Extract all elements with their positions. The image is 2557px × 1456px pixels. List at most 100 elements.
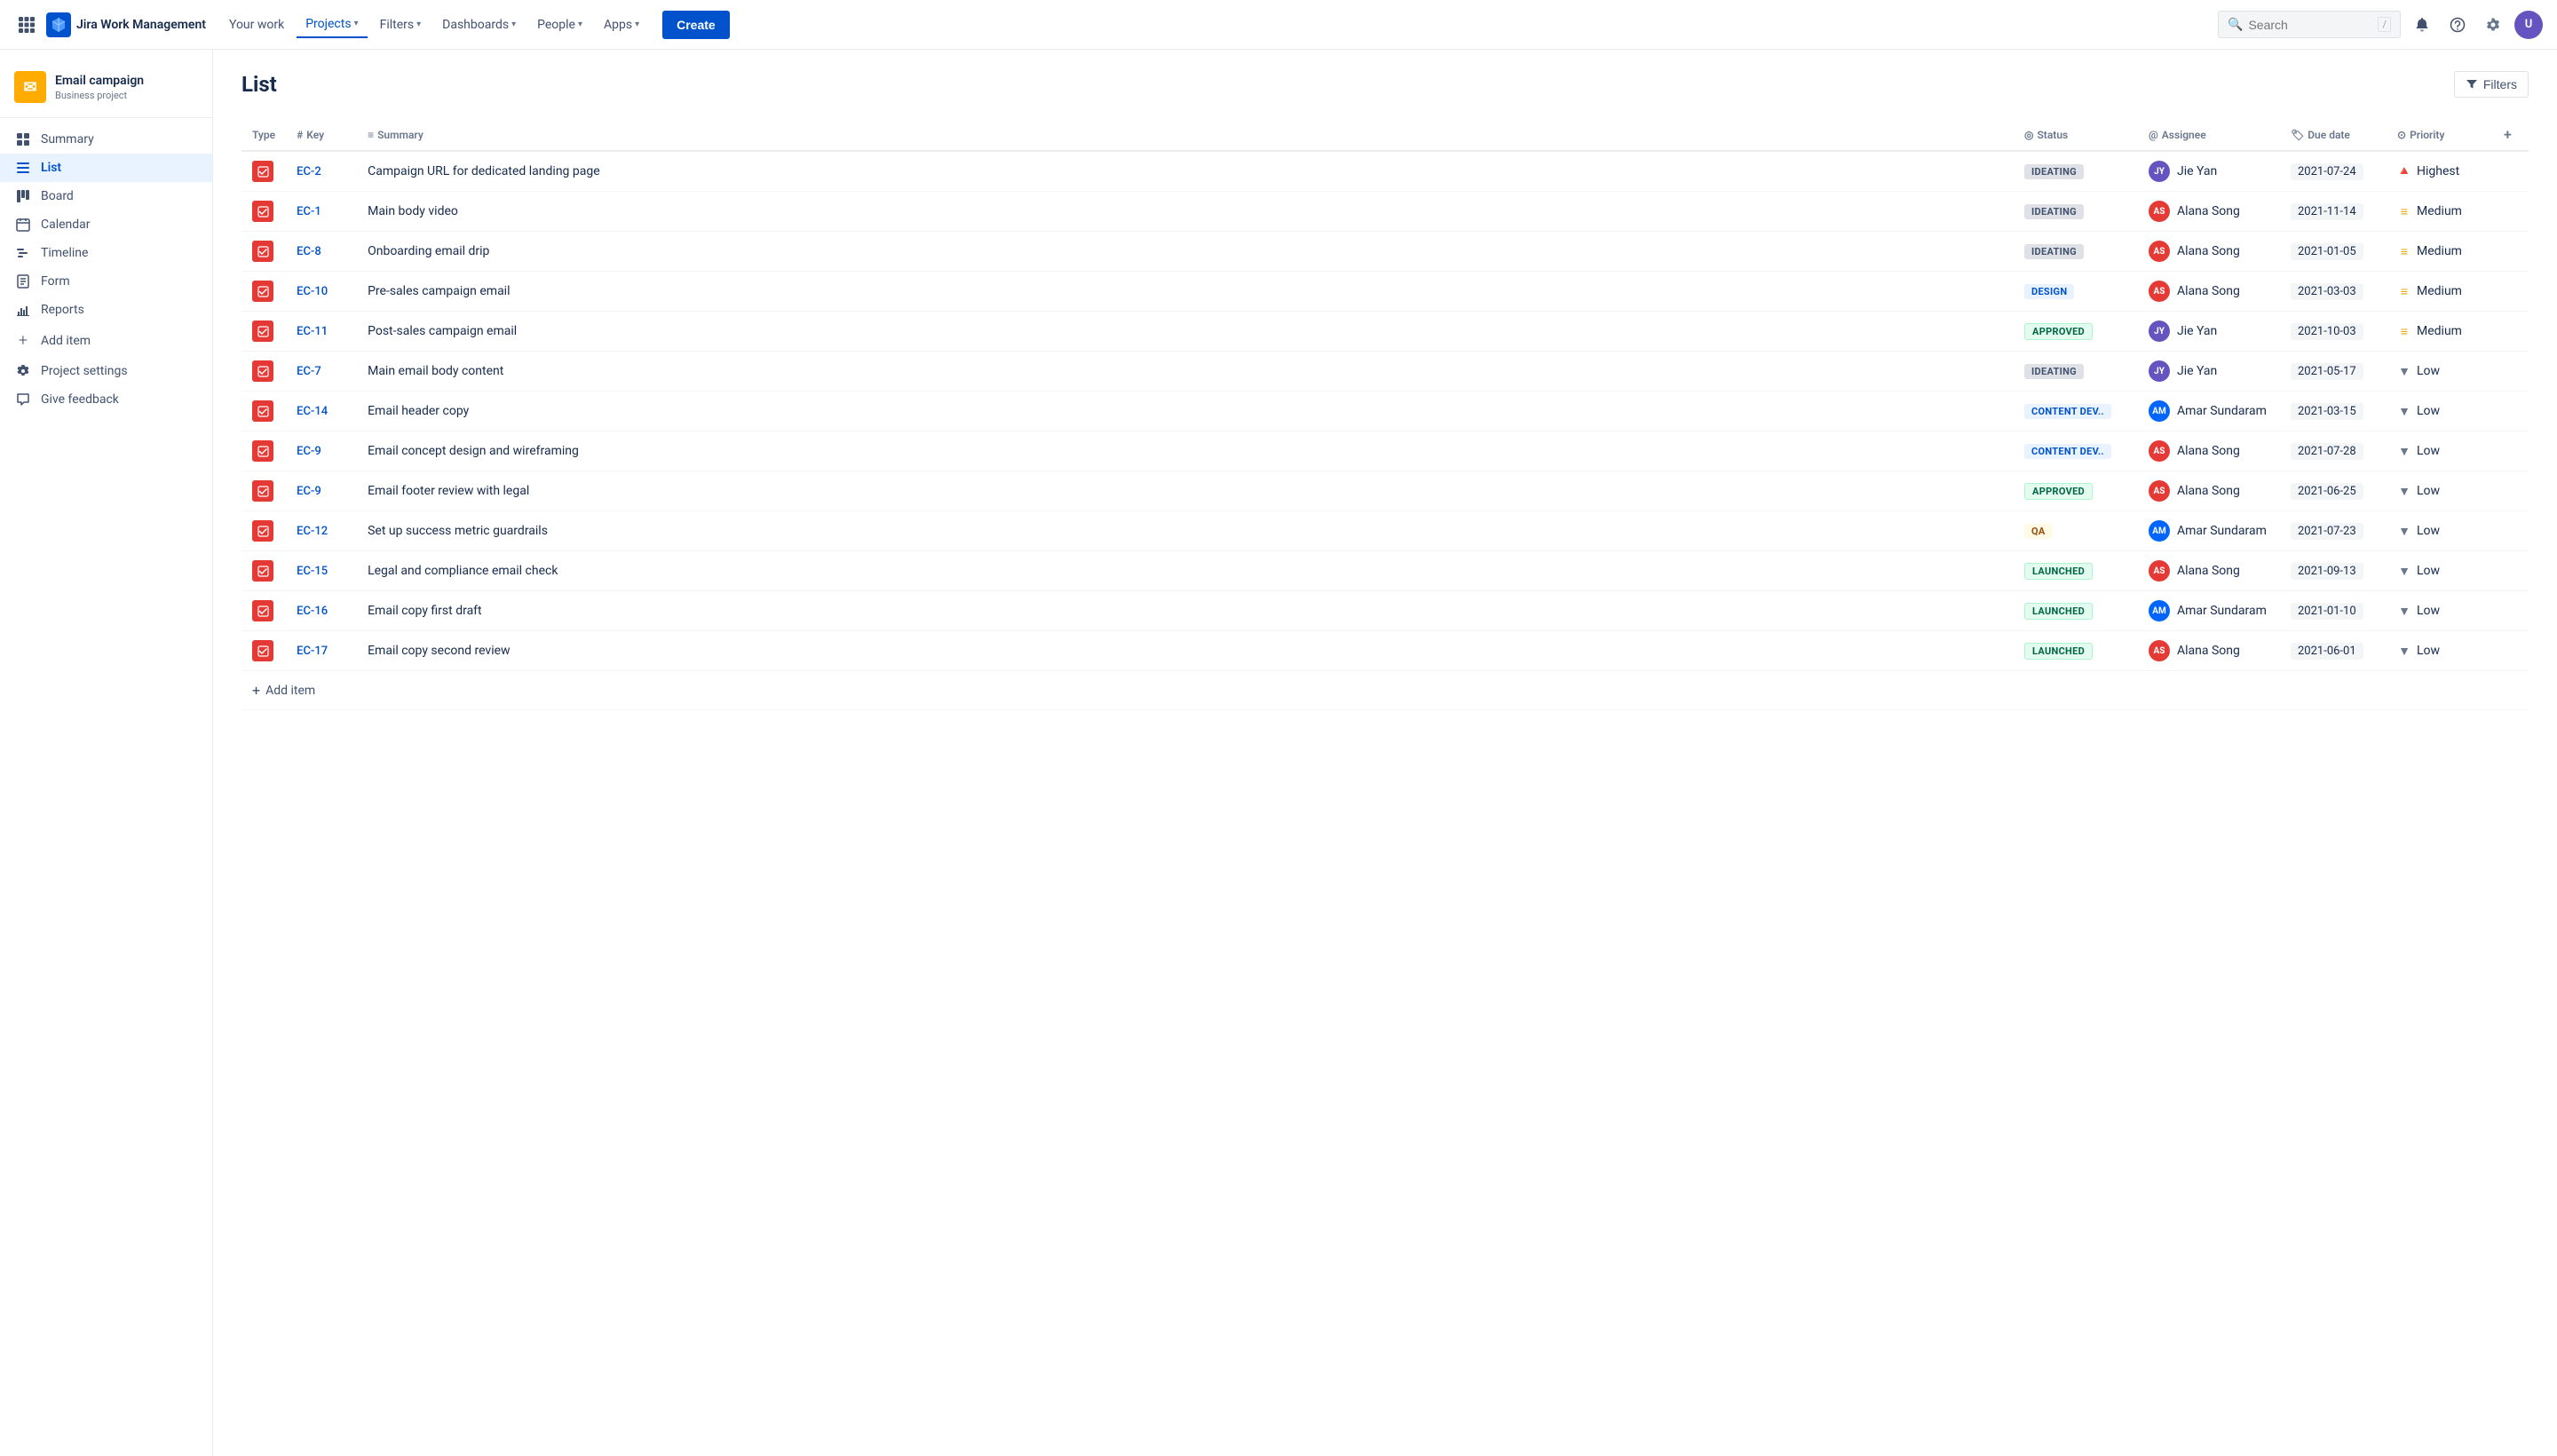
issue-summary[interactable]: Set up success metric guardrails: [368, 524, 548, 538]
issue-key[interactable]: EC-14: [297, 405, 328, 418]
issue-summary[interactable]: Email copy first draft: [368, 604, 482, 618]
table-row[interactable]: EC-12 Set up success metric guardrails Q…: [241, 511, 2529, 551]
issue-summary[interactable]: Email concept design and wireframing: [368, 444, 579, 458]
table-row[interactable]: EC-15 Legal and compliance email check L…: [241, 551, 2529, 591]
user-avatar[interactable]: U: [2514, 11, 2543, 39]
sidebar-item-calendar[interactable]: Calendar: [0, 210, 212, 239]
col-header-key[interactable]: # Key: [286, 119, 357, 151]
app-logo[interactable]: Jira Work Management: [46, 12, 206, 37]
issue-key[interactable]: EC-9: [297, 485, 321, 498]
nav-people[interactable]: People ▾: [528, 12, 591, 37]
form-icon: [14, 274, 32, 289]
row-key: EC-2: [286, 151, 357, 192]
issue-summary[interactable]: Email copy second review: [368, 644, 510, 658]
issue-key[interactable]: EC-10: [297, 285, 328, 298]
status-badge[interactable]: DESIGN: [2024, 284, 2074, 299]
status-badge[interactable]: IDEATING: [2024, 204, 2084, 219]
issue-key[interactable]: EC-15: [297, 565, 328, 578]
status-badge[interactable]: CONTENT DEV..: [2024, 444, 2111, 459]
status-badge[interactable]: IDEATING: [2024, 364, 2084, 379]
table-row[interactable]: EC-1 Main body video IDEATING AS Alana S…: [241, 192, 2529, 232]
search-input[interactable]: [2248, 18, 2372, 32]
status-badge[interactable]: IDEATING: [2024, 164, 2084, 179]
issue-summary[interactable]: Legal and compliance email check: [368, 564, 558, 578]
add-item-row[interactable]: + Add item: [241, 671, 2529, 710]
col-header-status[interactable]: ◎ Status: [2014, 119, 2138, 151]
sidebar-item-add-item[interactable]: + Add item: [0, 324, 212, 357]
status-badge[interactable]: APPROVED: [2024, 323, 2093, 340]
table-row[interactable]: EC-14 Email header copy CONTENT DEV.. AM…: [241, 392, 2529, 431]
create-button[interactable]: Create: [662, 11, 730, 39]
nav-filters[interactable]: Filters ▾: [371, 12, 431, 37]
issue-summary[interactable]: Campaign URL for dedicated landing page: [368, 164, 600, 178]
nav-dashboards[interactable]: Dashboards ▾: [433, 12, 525, 37]
issue-key[interactable]: EC-12: [297, 525, 328, 538]
table-row[interactable]: EC-9 Email concept design and wireframin…: [241, 431, 2529, 471]
sidebar-item-timeline[interactable]: Timeline: [0, 239, 212, 267]
col-header-priority[interactable]: ⊙ Priority: [2387, 119, 2493, 151]
status-badge[interactable]: APPROVED: [2024, 483, 2093, 500]
calendar-icon: [14, 218, 32, 232]
nav-apps[interactable]: Apps ▾: [595, 12, 648, 37]
status-badge[interactable]: IDEATING: [2024, 244, 2084, 259]
row-key: EC-7: [286, 352, 357, 392]
issue-key[interactable]: EC-11: [297, 325, 328, 338]
table-row[interactable]: EC-16 Email copy first draft LAUNCHED AM…: [241, 591, 2529, 631]
nav-your-work[interactable]: Your work: [220, 12, 293, 37]
issue-summary[interactable]: Post-sales campaign email: [368, 324, 517, 338]
issue-summary[interactable]: Email header copy: [368, 404, 469, 418]
table-row[interactable]: EC-8 Onboarding email drip IDEATING AS A…: [241, 232, 2529, 272]
issue-key[interactable]: EC-8: [297, 245, 321, 258]
status-badge[interactable]: CONTENT DEV..: [2024, 404, 2111, 419]
status-badge[interactable]: LAUNCHED: [2024, 643, 2093, 660]
sidebar-item-summary[interactable]: Summary: [0, 125, 212, 154]
add-item-button[interactable]: + Add item: [252, 682, 2518, 699]
search-box[interactable]: 🔍 /: [2218, 11, 2401, 38]
table-row[interactable]: EC-10 Pre-sales campaign email DESIGN AS…: [241, 272, 2529, 312]
col-header-add[interactable]: +: [2493, 119, 2529, 151]
filters-button[interactable]: Filters: [2454, 71, 2529, 98]
issue-key[interactable]: EC-1: [297, 205, 321, 218]
status-badge[interactable]: LAUNCHED: [2024, 563, 2093, 580]
list-icon: [14, 161, 32, 175]
sidebar-item-board[interactable]: Board: [0, 182, 212, 210]
table-row[interactable]: EC-9 Email footer review with legal APPR…: [241, 471, 2529, 511]
grid-menu-icon[interactable]: [14, 12, 39, 37]
issue-key[interactable]: EC-9: [297, 445, 321, 458]
row-actions: [2493, 431, 2529, 471]
issue-summary[interactable]: Main email body content: [368, 364, 503, 378]
table-row[interactable]: EC-17 Email copy second review LAUNCHED …: [241, 631, 2529, 671]
col-header-summary[interactable]: ≡ Summary: [357, 119, 2014, 151]
issue-key[interactable]: EC-2: [297, 165, 321, 178]
help-button[interactable]: [2443, 11, 2472, 39]
table-row[interactable]: EC-7 Main email body content IDEATING JY…: [241, 352, 2529, 392]
issue-key[interactable]: EC-16: [297, 605, 328, 618]
sidebar-item-reports[interactable]: Reports: [0, 296, 212, 324]
table-row[interactable]: EC-11 Post-sales campaign email APPROVED…: [241, 312, 2529, 352]
sidebar-item-list[interactable]: List: [0, 154, 212, 182]
issue-key[interactable]: EC-17: [297, 645, 328, 658]
issue-summary[interactable]: Onboarding email drip: [368, 244, 489, 258]
col-header-due-date[interactable]: 🏷 Due date: [2280, 119, 2387, 151]
issue-summary[interactable]: Main body video: [368, 204, 458, 218]
issue-key[interactable]: EC-7: [297, 365, 321, 378]
sidebar-item-project-settings[interactable]: Project settings: [0, 357, 212, 385]
col-header-assignee[interactable]: @ Assignee: [2138, 119, 2280, 151]
nav-projects[interactable]: Projects ▾: [297, 12, 367, 38]
due-date-value: 2021-09-13: [2291, 563, 2363, 580]
sidebar-item-give-feedback[interactable]: Give feedback: [0, 385, 212, 414]
sidebar-item-form[interactable]: Form: [0, 267, 212, 296]
status-badge[interactable]: QA: [2024, 524, 2053, 539]
priority-icon: ▼: [2397, 484, 2411, 498]
issue-summary[interactable]: Pre-sales campaign email: [368, 284, 510, 298]
add-col-icon[interactable]: +: [2504, 126, 2512, 143]
status-badge[interactable]: LAUNCHED: [2024, 603, 2093, 620]
table-row[interactable]: EC-2 Campaign URL for dedicated landing …: [241, 151, 2529, 192]
row-summary: Email header copy: [357, 392, 2014, 431]
notifications-button[interactable]: [2408, 11, 2436, 39]
add-item-cell[interactable]: + Add item: [241, 671, 2529, 710]
row-assignee: AS Alana Song: [2138, 471, 2280, 511]
settings-button[interactable]: [2479, 11, 2507, 39]
issue-summary[interactable]: Email footer review with legal: [368, 484, 529, 498]
row-status: DESIGN: [2014, 272, 2138, 312]
